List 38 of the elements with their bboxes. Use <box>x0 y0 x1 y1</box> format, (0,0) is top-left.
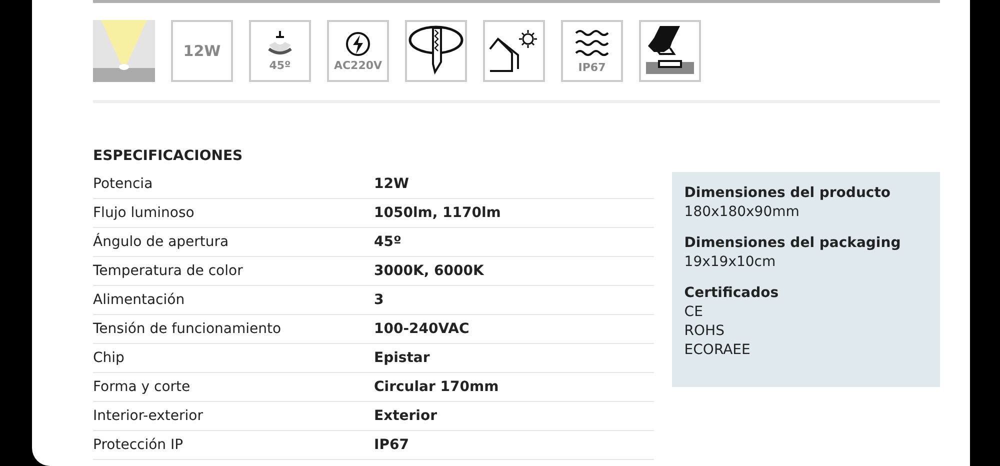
detail-value: ROHS <box>684 322 726 341</box>
badge-label: IP67 <box>578 60 606 74</box>
light-beam-icon <box>93 20 155 82</box>
ceiling-lamp-icon <box>265 30 295 56</box>
spec-name: Protección IP <box>93 437 184 453</box>
spec-name: Forma y corte <box>93 379 192 395</box>
detail-heading: Dimensiones del packaging <box>684 234 902 253</box>
detail-value: ECORAEE <box>684 341 752 360</box>
spec-value: Exterior <box>374 408 438 424</box>
detail-value: CE <box>684 303 704 322</box>
waves-icon <box>574 28 610 58</box>
spec-value: 1050lm, 1170lm <box>374 205 501 221</box>
detail-heading: Certificados <box>684 284 780 303</box>
spec-value: IP67 <box>374 437 409 453</box>
detail-value: 180x180x90mm <box>684 203 800 222</box>
section-title: ESPECIFICACIONES <box>93 148 244 164</box>
spec-value: 100-240VAC <box>374 321 470 337</box>
detail-value: 19x19x10cm <box>684 253 777 272</box>
spec-name: Alimentación <box>93 292 186 308</box>
spec-value: 45º <box>374 234 402 250</box>
detail-heading: Dimensiones del producto <box>684 184 892 203</box>
spec-value: Epistar <box>374 350 430 366</box>
lightning-icon <box>345 30 371 56</box>
spec-name: Ángulo de apertura <box>93 234 230 250</box>
spec-name: Chip <box>93 350 126 366</box>
spec-value: 3000K, 6000K <box>374 263 484 279</box>
spec-name: Tensión de funcionamiento <box>93 321 282 337</box>
badge-label: 12W <box>183 42 221 60</box>
badge-label: 45º <box>269 58 291 72</box>
spec-name: Temperatura de color <box>93 263 244 279</box>
house-and-sun-icon <box>488 29 540 73</box>
spec-name: Interior-exterior <box>93 408 204 424</box>
spec-name: Flujo luminoso <box>93 205 196 221</box>
spec-value: Circular 170mm <box>374 379 499 395</box>
spec-value: 3 <box>374 292 384 308</box>
badge-label: AC220V <box>334 58 382 72</box>
spec-value: 12W <box>374 176 409 192</box>
spec-name: Potencia <box>93 176 154 192</box>
